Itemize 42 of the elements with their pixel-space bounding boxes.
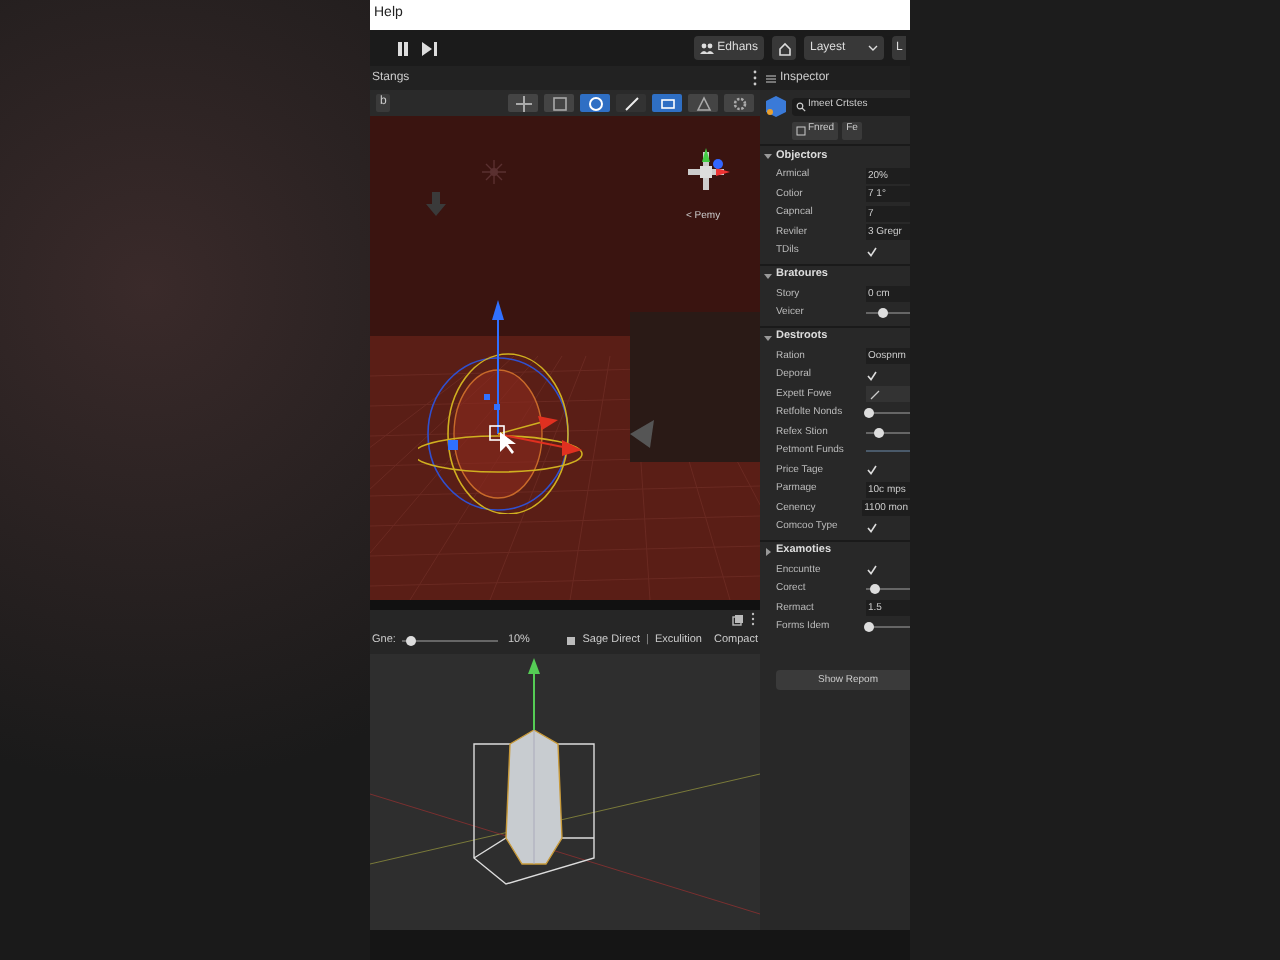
- home-button[interactable]: [772, 36, 796, 60]
- edit-icon[interactable]: [796, 125, 806, 135]
- step-icon[interactable]: [420, 39, 438, 57]
- people-icon[interactable]: [699, 42, 714, 54]
- slider[interactable]: [866, 427, 910, 438]
- toolbar-button[interactable]: [724, 94, 754, 112]
- brush-icon[interactable]: [621, 93, 641, 113]
- checkbox-checked-icon[interactable]: [866, 369, 878, 382]
- toolbar-button[interactable]: [616, 94, 646, 112]
- caret-icon[interactable]: [868, 44, 878, 52]
- cube-icon[interactable]: [764, 94, 788, 118]
- collapsed-arrow-icon[interactable]: [764, 547, 772, 555]
- expanded-arrow-icon[interactable]: [764, 271, 772, 279]
- search-icon[interactable]: [796, 101, 806, 111]
- list-icon[interactable]: [766, 73, 776, 83]
- display-icon[interactable]: [566, 635, 577, 645]
- window-icon[interactable]: [732, 613, 744, 625]
- effects-icon[interactable]: [693, 93, 713, 113]
- slider[interactable]: [866, 584, 910, 595]
- slider[interactable]: [866, 622, 910, 633]
- pause-icon[interactable]: [394, 39, 412, 57]
- checkbox-checked-icon[interactable]: [866, 521, 878, 534]
- view-toggle-icon[interactable]: [549, 93, 569, 113]
- slider[interactable]: [866, 308, 910, 319]
- move-tool-icon[interactable]: [513, 93, 533, 113]
- checkbox-checked-icon[interactable]: [866, 464, 878, 477]
- toolbar-button[interactable]: [580, 94, 610, 112]
- scale-slider[interactable]: [401, 635, 498, 645]
- house-icon[interactable]: [777, 41, 791, 55]
- toolbar-button[interactable]: [508, 94, 538, 112]
- slider[interactable]: [866, 408, 910, 419]
- checkbox-checked-icon[interactable]: [866, 564, 878, 577]
- gizmo-toggle-icon[interactable]: [585, 93, 605, 113]
- curve-icon[interactable]: [870, 389, 880, 400]
- gear-icon[interactable]: [729, 93, 749, 113]
- more-icon[interactable]: [752, 70, 758, 86]
- checkbox-checked-icon[interactable]: [866, 245, 878, 258]
- curve-field[interactable]: [866, 386, 910, 403]
- expanded-arrow-icon[interactable]: [764, 333, 772, 341]
- expanded-arrow-icon[interactable]: [764, 152, 772, 160]
- more-icon[interactable]: [750, 612, 756, 626]
- camera-toggle-icon[interactable]: [657, 93, 677, 113]
